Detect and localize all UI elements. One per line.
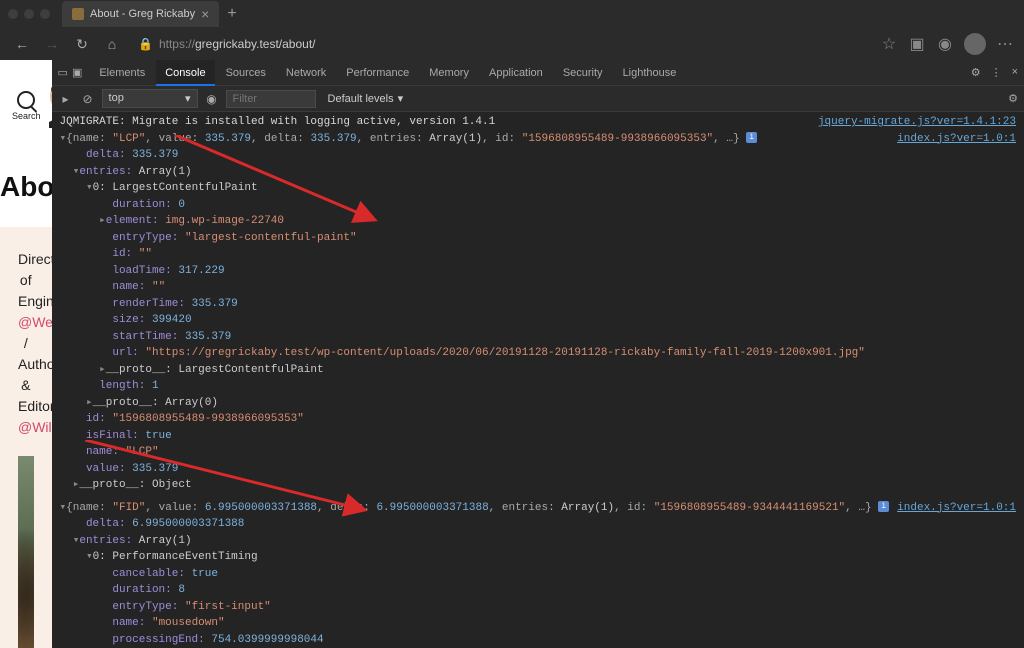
- eye-icon[interactable]: ◉: [204, 92, 220, 106]
- tab-sources[interactable]: Sources: [217, 60, 275, 86]
- bio-link-wiley[interactable]: @Wiley: [18, 419, 52, 435]
- url-bar[interactable]: 🔒 https://gregrickaby.test/about/: [130, 37, 874, 51]
- profile-icon[interactable]: [964, 33, 986, 55]
- log-levels-selector[interactable]: Default levels▾: [322, 90, 410, 107]
- main-split: Search ••• Menu About Director of En: [0, 60, 1024, 648]
- context-selector[interactable]: top▾: [102, 89, 198, 108]
- devtools-tabs: ▭ ▣ Elements Console Sources Network Per…: [52, 60, 1024, 86]
- device-toolbar-icon[interactable]: ▣: [72, 66, 82, 79]
- home-button[interactable]: ⌂: [100, 36, 124, 52]
- lock-icon: 🔒: [138, 37, 153, 51]
- page-content: Search ••• Menu About Director of En: [0, 60, 52, 648]
- chevron-down-icon: ▾: [185, 92, 191, 105]
- filter-input[interactable]: [226, 90, 316, 108]
- close-window-icon[interactable]: [8, 9, 18, 19]
- forward-button: →: [40, 36, 64, 52]
- nav-bar-right: ☆ ▣ ◉ ⋯: [880, 33, 1014, 55]
- console-toolbar: ▸ ⊘ top▾ ◉ Default levels▾ ⚙: [52, 86, 1024, 112]
- console-message: ▾{name: "FID", value: 6.995000003371388,…: [52, 500, 1024, 517]
- back-button[interactable]: ←: [10, 36, 34, 52]
- sidebar-toggle-icon[interactable]: ▸: [58, 92, 74, 106]
- extension-icon[interactable]: ◉: [936, 35, 954, 53]
- close-devtools-icon[interactable]: ×: [1012, 66, 1018, 79]
- avatar-icon: [41, 78, 52, 128]
- new-tab-button[interactable]: +: [227, 5, 236, 23]
- search-icon: [17, 91, 35, 109]
- minimize-window-icon[interactable]: [24, 9, 34, 19]
- tab-security[interactable]: Security: [554, 60, 612, 86]
- tab-bar: About - Greg Rickaby × +: [0, 0, 1024, 28]
- source-link[interactable]: index.js?ver=1.0:1: [897, 500, 1016, 517]
- favicon-icon: [72, 8, 84, 20]
- window-controls[interactable]: [8, 9, 50, 19]
- tab-memory[interactable]: Memory: [420, 60, 478, 86]
- tab-title: About - Greg Rickaby: [90, 8, 195, 20]
- site-logo[interactable]: [41, 78, 52, 133]
- tab-application[interactable]: Application: [480, 60, 552, 86]
- nav-bar: ← → ↻ ⌂ 🔒 https://gregrickaby.test/about…: [0, 28, 1024, 60]
- tab-performance[interactable]: Performance: [337, 60, 418, 86]
- tab-lighthouse[interactable]: Lighthouse: [614, 60, 686, 86]
- console-output[interactable]: JQMIGRATE: Migrate is installed with log…: [52, 112, 1024, 648]
- console-message: ▾{name: "LCP", value: 335.379, delta: 33…: [52, 131, 1024, 148]
- bio-line: Director of Engineering @WebDevStudios /…: [18, 249, 34, 438]
- settings-gear-icon[interactable]: ⚙: [971, 66, 981, 79]
- maximize-window-icon[interactable]: [40, 9, 50, 19]
- search-button[interactable]: Search: [12, 91, 41, 121]
- tab-close-icon[interactable]: ×: [201, 6, 209, 22]
- tab-network[interactable]: Network: [277, 60, 335, 86]
- source-link[interactable]: jquery-migrate.js?ver=1.4.1:23: [818, 114, 1016, 131]
- source-link[interactable]: index.js?ver=1.0:1: [897, 131, 1016, 148]
- refresh-button[interactable]: ↻: [70, 36, 94, 53]
- console-settings-icon[interactable]: ⚙: [1008, 92, 1018, 105]
- url-text: https://gregrickaby.test/about/: [159, 37, 316, 51]
- bio-link-webdevstudios[interactable]: @WebDevStudios: [18, 314, 52, 330]
- shield-icon[interactable]: ▣: [908, 35, 926, 53]
- tab-console[interactable]: Console: [156, 60, 214, 86]
- inspect-icon[interactable]: ▭: [58, 66, 68, 79]
- tab-elements[interactable]: Elements: [90, 60, 154, 86]
- devtools-panel: ▭ ▣ Elements Console Sources Network Per…: [52, 60, 1024, 648]
- info-icon[interactable]: i: [878, 501, 889, 512]
- browser-chrome: About - Greg Rickaby × + ← → ↻ ⌂ 🔒 https…: [0, 0, 1024, 60]
- more-icon[interactable]: ⋯: [996, 35, 1014, 53]
- favorite-icon[interactable]: ☆: [880, 35, 898, 53]
- more-tools-icon[interactable]: ⋮: [991, 66, 1002, 79]
- page-body: Director of Engineering @WebDevStudios /…: [0, 227, 52, 648]
- console-message: JQMIGRATE: Migrate is installed with log…: [52, 114, 1024, 131]
- hero-photo: [18, 456, 34, 648]
- clear-console-icon[interactable]: ⊘: [80, 92, 96, 106]
- page-title: About: [0, 171, 52, 203]
- site-header: Search ••• Menu: [0, 60, 52, 143]
- info-icon[interactable]: i: [746, 132, 757, 143]
- browser-tab[interactable]: About - Greg Rickaby ×: [62, 1, 219, 27]
- chevron-down-icon: ▾: [398, 92, 404, 105]
